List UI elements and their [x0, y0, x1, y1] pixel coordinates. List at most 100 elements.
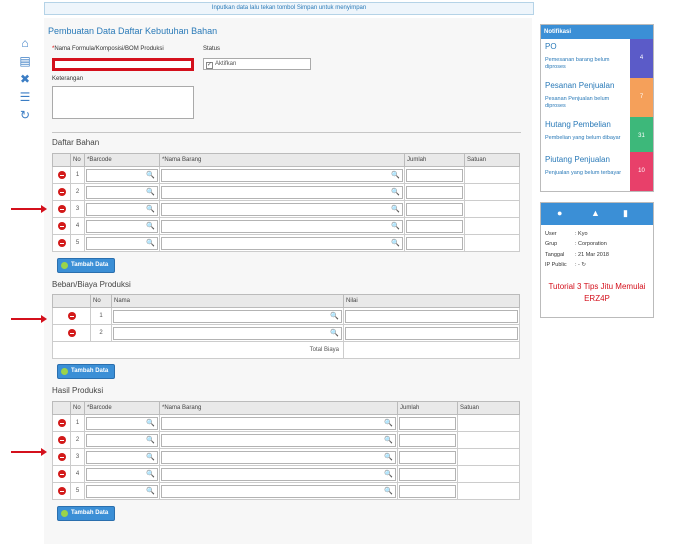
barcode-input[interactable]: 🔍 — [86, 433, 158, 447]
row-no: 4 — [70, 217, 85, 235]
quantity-input[interactable] — [399, 450, 456, 464]
search-icon[interactable]: 🔍 — [384, 470, 393, 480]
bell-icon[interactable]: ▲ — [591, 208, 600, 218]
item-name-input[interactable]: 🔍 — [161, 185, 403, 199]
delete-row-icon[interactable] — [57, 470, 66, 478]
delete-row-icon[interactable] — [67, 312, 76, 320]
item-name-input[interactable]: 🔍 — [161, 433, 396, 447]
barcode-input[interactable]: 🔍 — [86, 484, 158, 498]
search-icon[interactable]: 🔍 — [384, 436, 393, 446]
search-icon[interactable]: 🔍 — [146, 487, 155, 497]
delete-row-icon[interactable] — [57, 453, 66, 461]
delete-row-icon[interactable] — [57, 487, 66, 495]
search-icon[interactable]: 🔍 — [391, 188, 400, 198]
search-icon[interactable]: 🔍 — [146, 239, 155, 249]
total-biaya-label: Total Biaya — [52, 341, 344, 359]
list-icon[interactable]: ☰ — [16, 88, 34, 106]
quantity-input[interactable] — [406, 185, 463, 199]
item-name-input[interactable]: 🔍 — [161, 416, 396, 430]
delete-row-icon[interactable] — [57, 188, 66, 196]
cost-name-input[interactable]: 🔍 — [113, 326, 342, 340]
barcode-input[interactable]: 🔍 — [86, 168, 158, 182]
item-name-input[interactable]: 🔍 — [161, 219, 403, 233]
document-icon[interactable]: ▮ — [623, 208, 628, 218]
search-icon[interactable]: 🔍 — [146, 470, 155, 480]
item-name-input[interactable]: 🔍 — [161, 168, 403, 182]
table-row: 4 🔍 🔍 — [52, 217, 520, 235]
quantity-input[interactable] — [406, 202, 463, 216]
search-icon[interactable]: 🔍 — [146, 188, 155, 198]
search-icon[interactable]: 🔍 — [384, 419, 393, 429]
search-icon[interactable]: 🔍 — [384, 453, 393, 463]
col-header: *Barcode — [84, 153, 160, 167]
add-hasil-button[interactable]: Tambah Data — [57, 506, 115, 521]
barcode-input[interactable]: 🔍 — [86, 416, 158, 430]
quantity-input[interactable] — [406, 219, 463, 233]
save-icon[interactable]: ▤ — [16, 52, 34, 70]
search-icon[interactable]: 🔍 — [330, 329, 339, 339]
delete-row-icon[interactable] — [57, 436, 66, 444]
search-icon[interactable]: 🔍 — [391, 239, 400, 249]
delete-row-icon[interactable] — [67, 329, 76, 337]
item-name-input[interactable]: 🔍 — [161, 202, 403, 216]
notification-item-po[interactable]: PO Pemesanan barang belum diproses 4 — [541, 39, 653, 78]
row-no: 3 — [70, 448, 85, 466]
barcode-input[interactable]: 🔍 — [86, 202, 158, 216]
cost-value-input[interactable] — [345, 326, 518, 340]
delete-row-icon[interactable] — [57, 419, 66, 427]
search-icon[interactable]: 🔍 — [391, 171, 400, 181]
tips-link[interactable]: Tutorial 3 Tips Jitu Memulai ERZ4P — [541, 281, 653, 305]
col-header — [52, 401, 71, 415]
search-icon[interactable]: 🔍 — [146, 171, 155, 181]
delete-row-icon[interactable] — [57, 222, 66, 230]
home-icon[interactable]: ⌂ — [16, 34, 34, 52]
status-checkbox[interactable]: ✓ — [206, 62, 213, 69]
search-icon[interactable]: 🔍 — [330, 312, 339, 322]
status-option-label: Aktifkan — [215, 61, 237, 67]
delete-row-icon[interactable] — [57, 171, 66, 179]
quantity-input[interactable] — [406, 168, 463, 182]
total-biaya-value — [343, 341, 520, 359]
search-icon[interactable]: 🔍 — [384, 487, 393, 497]
barcode-input[interactable]: 🔍 — [86, 236, 158, 250]
refresh-icon[interactable]: ↻ — [16, 106, 34, 124]
barcode-input[interactable]: 🔍 — [86, 185, 158, 199]
item-name-input[interactable]: 🔍 — [161, 467, 396, 481]
search-icon[interactable]: 🔍 — [391, 205, 400, 215]
quantity-input[interactable] — [399, 416, 456, 430]
search-icon[interactable]: 🔍 — [146, 205, 155, 215]
formula-name-input[interactable] — [52, 58, 194, 71]
quantity-input[interactable] — [399, 484, 456, 498]
search-icon[interactable]: 🔍 — [146, 222, 155, 232]
grup-row: Grup: Corporation — [545, 241, 607, 247]
notification-item-piutang[interactable]: Piutang Penjualan Penjualan yang belum t… — [541, 152, 653, 191]
refresh-ip-icon[interactable]: ↻ — [581, 262, 586, 268]
search-icon[interactable]: 🔍 — [146, 436, 155, 446]
hasil-title: Hasil Produksi — [52, 386, 104, 395]
user-icon[interactable]: ● — [557, 208, 562, 218]
close-icon[interactable]: ✖ — [16, 70, 34, 88]
keterangan-textarea[interactable] — [52, 86, 194, 119]
status-field[interactable]: ✓ Aktifkan — [203, 58, 311, 70]
add-beban-button[interactable]: Tambah Data — [57, 364, 115, 379]
cost-name-input[interactable]: 🔍 — [113, 309, 342, 323]
search-icon[interactable]: 🔍 — [146, 419, 155, 429]
quantity-input[interactable] — [399, 433, 456, 447]
add-bahan-button[interactable]: Tambah Data — [57, 258, 115, 273]
barcode-input[interactable]: 🔍 — [86, 450, 158, 464]
item-name-input[interactable]: 🔍 — [161, 450, 396, 464]
notification-item-pesanan[interactable]: Pesanan Penjualan Pesanan Penjualan belu… — [541, 78, 653, 117]
quantity-input[interactable] — [406, 236, 463, 250]
plus-icon — [61, 510, 68, 517]
search-icon[interactable]: 🔍 — [391, 222, 400, 232]
quantity-input[interactable] — [399, 467, 456, 481]
barcode-input[interactable]: 🔍 — [86, 219, 158, 233]
item-name-input[interactable]: 🔍 — [161, 236, 403, 250]
barcode-input[interactable]: 🔍 — [86, 467, 158, 481]
cost-value-input[interactable] — [345, 309, 518, 323]
item-name-input[interactable]: 🔍 — [161, 484, 396, 498]
search-icon[interactable]: 🔍 — [146, 453, 155, 463]
delete-row-icon[interactable] — [57, 239, 66, 247]
delete-row-icon[interactable] — [57, 205, 66, 213]
notification-item-hutang[interactable]: Hutang Pembelian Pembelian yang belum di… — [541, 117, 653, 156]
